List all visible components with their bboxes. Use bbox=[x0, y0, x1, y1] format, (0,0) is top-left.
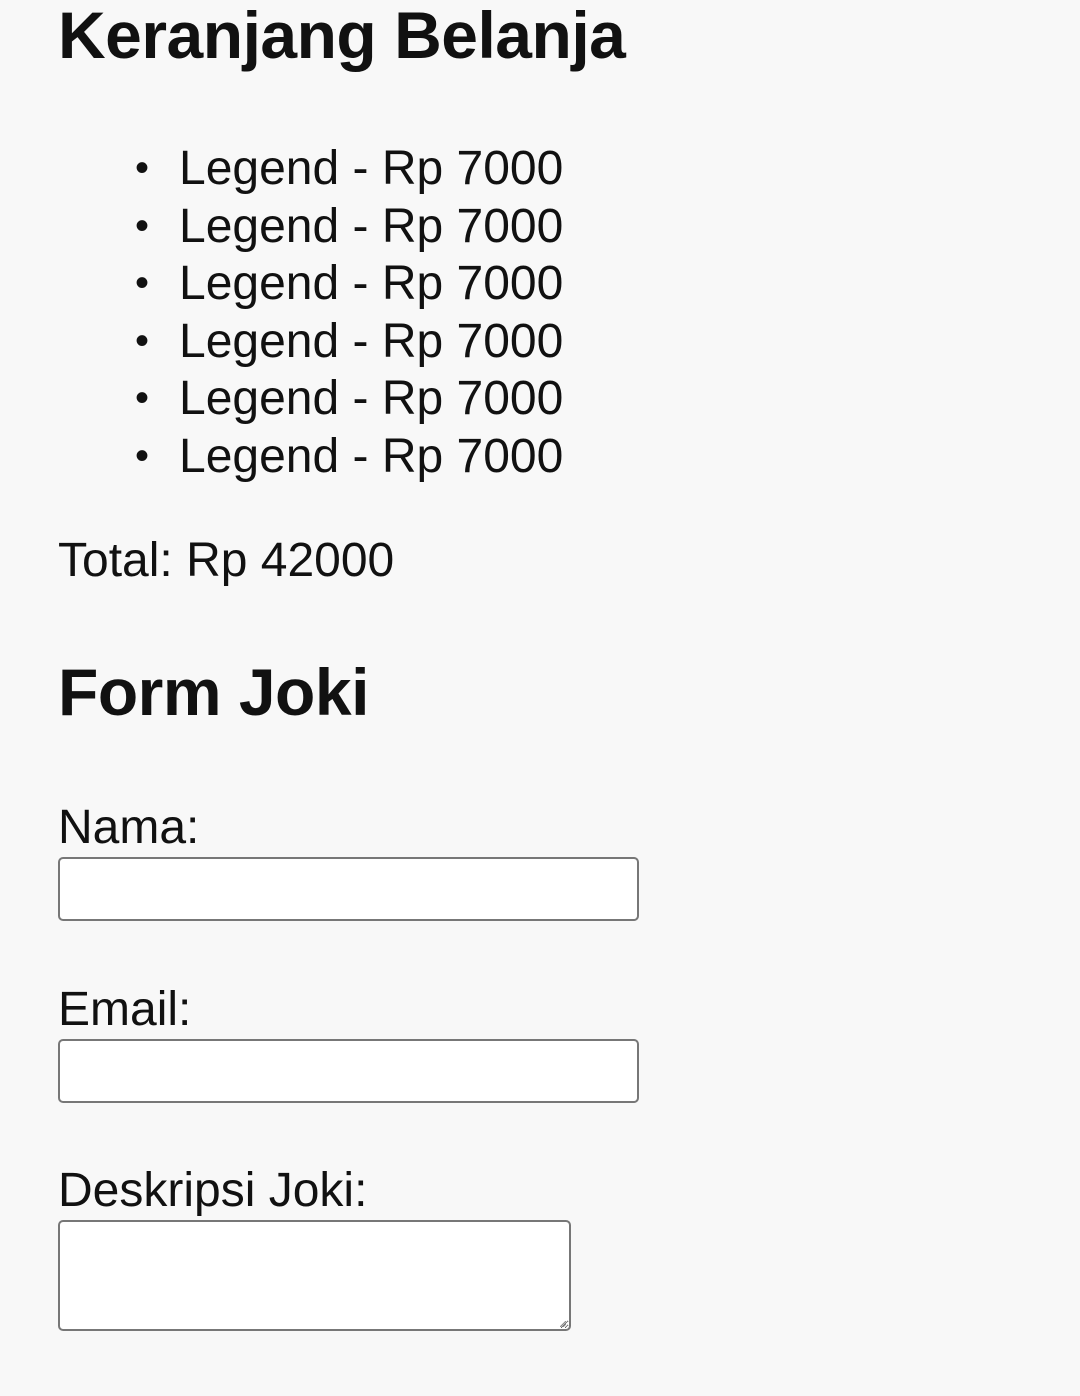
list-item: • Legend - Rp 7000 bbox=[135, 140, 563, 198]
list-item: • Legend - Rp 7000 bbox=[135, 255, 563, 313]
bullet-icon: • bbox=[135, 203, 150, 248]
bullet-icon: • bbox=[135, 433, 150, 478]
bullet-icon: • bbox=[135, 318, 150, 363]
cart-list: • Legend - Rp 7000 • Legend - Rp 7000 • … bbox=[135, 140, 563, 485]
bullet-icon: • bbox=[135, 376, 150, 420]
nama-label: Nama: bbox=[58, 801, 200, 854]
cart-item-label: Legend - Rp 7000 bbox=[179, 314, 564, 368]
cart-title: Keranjang Belanja bbox=[58, 0, 626, 72]
list-item: • Legend - Rp 7000 bbox=[135, 370, 563, 428]
cart-item-label: Legend - Rp 7000 bbox=[179, 257, 564, 310]
bullet-icon: • bbox=[135, 146, 150, 190]
email-label: Email: bbox=[58, 983, 192, 1036]
list-item: • Legend - Rp 7000 bbox=[135, 198, 563, 256]
cart-item-label: Legend - Rp 7000 bbox=[179, 429, 564, 483]
deskripsi-label: Deskripsi Joki: bbox=[58, 1164, 368, 1217]
page: Keranjang Belanja • Legend - Rp 7000 • L… bbox=[0, 0, 1080, 1396]
form-title: Form Joki bbox=[58, 655, 369, 729]
list-item: • Legend - Rp 7000 bbox=[135, 313, 563, 371]
cart-item-label: Legend - Rp 7000 bbox=[179, 142, 564, 195]
cart-total: Total: Rp 42000 bbox=[58, 534, 395, 587]
email-input[interactable] bbox=[58, 1039, 639, 1103]
nama-input[interactable] bbox=[58, 857, 639, 921]
cart-item-label: Legend - Rp 7000 bbox=[179, 199, 564, 253]
bullet-icon: • bbox=[135, 261, 150, 305]
cart-item-label: Legend - Rp 7000 bbox=[179, 372, 564, 425]
list-item: • Legend - Rp 7000 bbox=[135, 428, 563, 486]
deskripsi-textarea[interactable] bbox=[58, 1220, 571, 1331]
